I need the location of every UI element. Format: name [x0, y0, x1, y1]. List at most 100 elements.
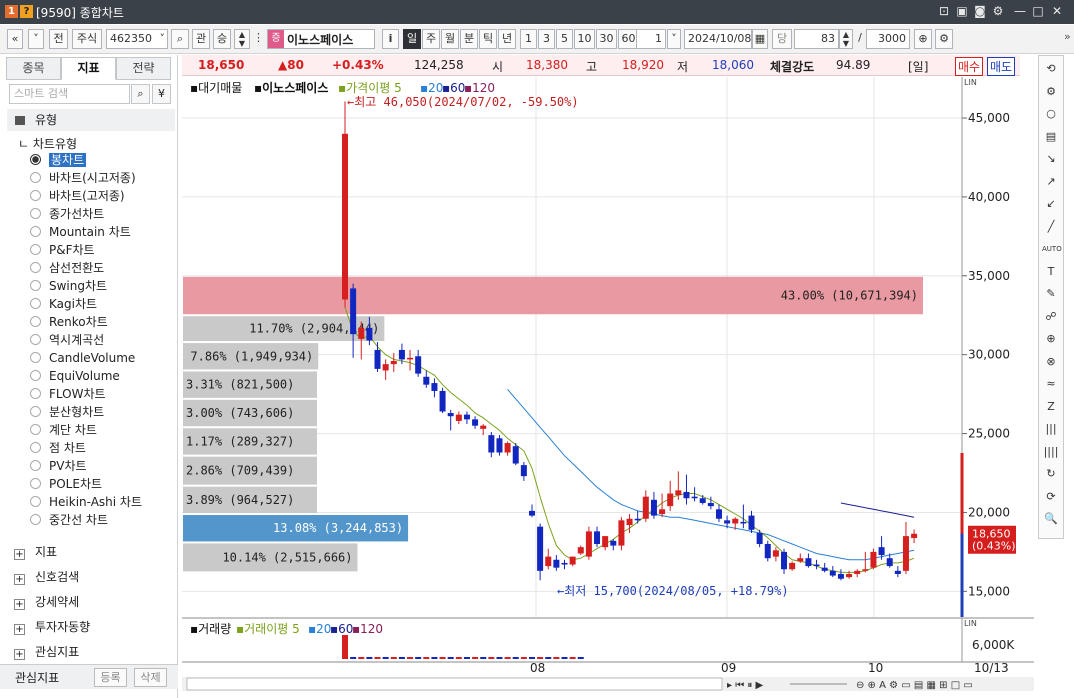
chart-type-option[interactable]: 바차트(시고저종) [30, 169, 170, 187]
total-count-input[interactable]: 3000 [866, 29, 910, 49]
period-month-tab[interactable]: 월 [441, 29, 459, 49]
updown-spinner[interactable]: ▲ ▼ [234, 29, 250, 49]
chart-type-option[interactable]: 분산형차트 [30, 403, 170, 421]
chart-type-option[interactable]: 점 차트 [30, 439, 170, 457]
drawing-tool-icon[interactable]: ↗ [1042, 173, 1060, 191]
chart-type-option[interactable]: Kagi차트 [30, 295, 170, 313]
period-week-tab[interactable]: 주 [422, 29, 440, 49]
drawing-tool-icon[interactable]: ⚙ [1042, 83, 1060, 101]
drawing-tool-icon[interactable]: |||| [1042, 443, 1060, 461]
minimize-button[interactable]: — [1012, 3, 1028, 19]
gear-icon[interactable]: ⚙ [935, 29, 953, 49]
tab-strategy[interactable]: 전략 [116, 57, 171, 80]
tab-indicator[interactable]: 지표 [61, 57, 116, 80]
drawing-tool-icon[interactable]: ≈ [1042, 375, 1060, 393]
stock-dropdown-button[interactable]: ˅ [28, 29, 44, 49]
stock-name-field[interactable]: 증 이노스페이스 [267, 29, 375, 49]
period-minute-tab[interactable]: 분 [460, 29, 478, 49]
save-icon[interactable]: ▣ [954, 3, 970, 19]
tab-stock[interactable]: 종목 [6, 57, 61, 80]
drawing-tool-icon[interactable]: ⟲ [1042, 60, 1060, 78]
drawing-tool-icon[interactable]: ↘ [1042, 150, 1060, 168]
chart-type-option[interactable]: CandleVolume [30, 349, 170, 367]
drawing-tool-icon[interactable]: 🔍 [1042, 510, 1060, 528]
close-button[interactable]: ✕ [1049, 3, 1065, 19]
group-signal-search[interactable]: + 신호검색 [14, 568, 79, 585]
drawing-tool-icon[interactable]: ↙ [1042, 195, 1060, 213]
calendar-icon[interactable]: ▦ [752, 29, 768, 49]
group-investor[interactable]: + 투자자동향 [14, 618, 90, 635]
search-icon[interactable]: ⌕ [131, 84, 150, 104]
jeon-button[interactable]: 전 [49, 29, 68, 49]
chart-type-option[interactable]: 계단 차트 [30, 421, 170, 439]
chart-type-option[interactable]: Mountain 차트 [30, 223, 170, 241]
info-button[interactable]: i [382, 29, 399, 49]
period-year-tab[interactable]: 년 [498, 29, 516, 49]
minute-30-button[interactable]: 30 [596, 29, 617, 49]
prev-stock-button[interactable]: « [7, 29, 23, 49]
kwan-button[interactable]: 관 [192, 29, 210, 49]
dang-button[interactable]: 당 [772, 29, 792, 49]
drawing-tool-icon[interactable]: ⊕ [1042, 330, 1060, 348]
link-icon[interactable]: ⊡ [936, 3, 952, 19]
drawing-tool-icon[interactable]: Z [1042, 398, 1060, 416]
tree-root-chart-type[interactable]: ㄴ 차트유형 [18, 135, 77, 152]
search-icon[interactable]: ⌕ [171, 29, 189, 49]
drawing-tool-icon[interactable]: ⊗ [1042, 353, 1060, 371]
camera-icon[interactable]: ◙ [972, 3, 988, 19]
group-indicator[interactable]: + 지표 [14, 543, 57, 560]
info-icon[interactable]: ? [20, 5, 33, 18]
settings-icon[interactable]: ⚙ [990, 3, 1006, 19]
maximize-button[interactable]: □ [1030, 3, 1046, 19]
collapse-icon[interactable]: ¥ [152, 84, 171, 104]
minute-1-button[interactable]: 1 [520, 29, 537, 49]
drawing-tool-icon[interactable]: ✎ [1042, 285, 1060, 303]
drawing-tool-icon[interactable]: T [1042, 263, 1060, 281]
chart-type-option[interactable]: P&F차트 [30, 241, 170, 259]
chart-type-option[interactable]: EquiVolume [30, 367, 170, 385]
group-strength[interactable]: + 강세약세 [14, 593, 79, 610]
chart-type-option[interactable]: FLOW차트 [30, 385, 170, 403]
sang-button[interactable]: 승 [213, 29, 231, 49]
minute-5-button[interactable]: 5 [556, 29, 573, 49]
chart-type-option[interactable]: 종가선차트 [30, 205, 170, 223]
chart-type-option[interactable]: Heikin-Ashi 차트 [30, 493, 170, 511]
price-chart-svg[interactable]: 43.00% (10,671,394)11.70% (2,904,144)7.8… [182, 77, 1034, 694]
chart-type-option[interactable]: 중간선 차트 [30, 511, 170, 529]
chart-type-option[interactable]: 바차트(고저종) [30, 187, 170, 205]
expand-right-icon[interactable]: » [1064, 30, 1074, 50]
drawing-tool-icon[interactable]: ☍ [1042, 308, 1060, 326]
drawing-tool-icon[interactable]: ○ [1042, 105, 1060, 123]
chart-type-option[interactable]: Renko차트 [30, 313, 170, 331]
chart-type-option[interactable]: 역시계곡선 [30, 331, 170, 349]
interval-input[interactable]: 1 [636, 29, 666, 49]
chart-type-option[interactable]: Swing차트 [30, 277, 170, 295]
display-count-input[interactable]: 83 [794, 29, 839, 49]
chart-type-option[interactable]: POLE차트 [30, 475, 170, 493]
chart-type-option[interactable]: 삼선전환도 [30, 259, 170, 277]
drawing-tool-icon[interactable]: ↻ [1042, 465, 1060, 483]
drawing-tool-icon[interactable]: ||| [1042, 420, 1060, 438]
section-type[interactable]: 유형 [7, 109, 175, 131]
drawing-tool-icon[interactable]: ▤ [1042, 128, 1060, 146]
chart-type-option[interactable]: 봉차트 [30, 151, 170, 169]
drawing-tool-icon[interactable]: ⟳ [1042, 488, 1060, 506]
minute-3-button[interactable]: 3 [538, 29, 555, 49]
minute-10-button[interactable]: 10 [574, 29, 595, 49]
group-favorite[interactable]: + 관심지표 [14, 643, 79, 660]
period-tick-tab[interactable]: 틱 [479, 29, 497, 49]
drawing-tool-icon[interactable]: ╱ [1042, 218, 1060, 236]
buy-button[interactable]: 매수 [955, 57, 984, 76]
chart-type-option[interactable]: PV차트 [30, 457, 170, 475]
market-select[interactable]: 주식 [72, 29, 102, 49]
period-day-tab[interactable]: 일 [403, 29, 421, 49]
delete-button[interactable]: 삭제 [134, 668, 167, 687]
sell-button[interactable]: 매도 [987, 57, 1016, 76]
register-button[interactable]: 등록 [94, 668, 127, 687]
zoom-add-icon[interactable]: ⊕ [914, 29, 932, 49]
chart-area[interactable]: 43.00% (10,671,394) 11.70% (2,904,144) 7.8… [182, 77, 1034, 694]
interval-dropdown-icon[interactable]: ˅ [667, 29, 681, 49]
smart-search-input[interactable]: 스마트 검색 [9, 84, 130, 104]
count-spinner[interactable]: ▲ ▼ [839, 29, 853, 49]
drawing-tool-icon[interactable]: AUTO [1042, 240, 1062, 258]
